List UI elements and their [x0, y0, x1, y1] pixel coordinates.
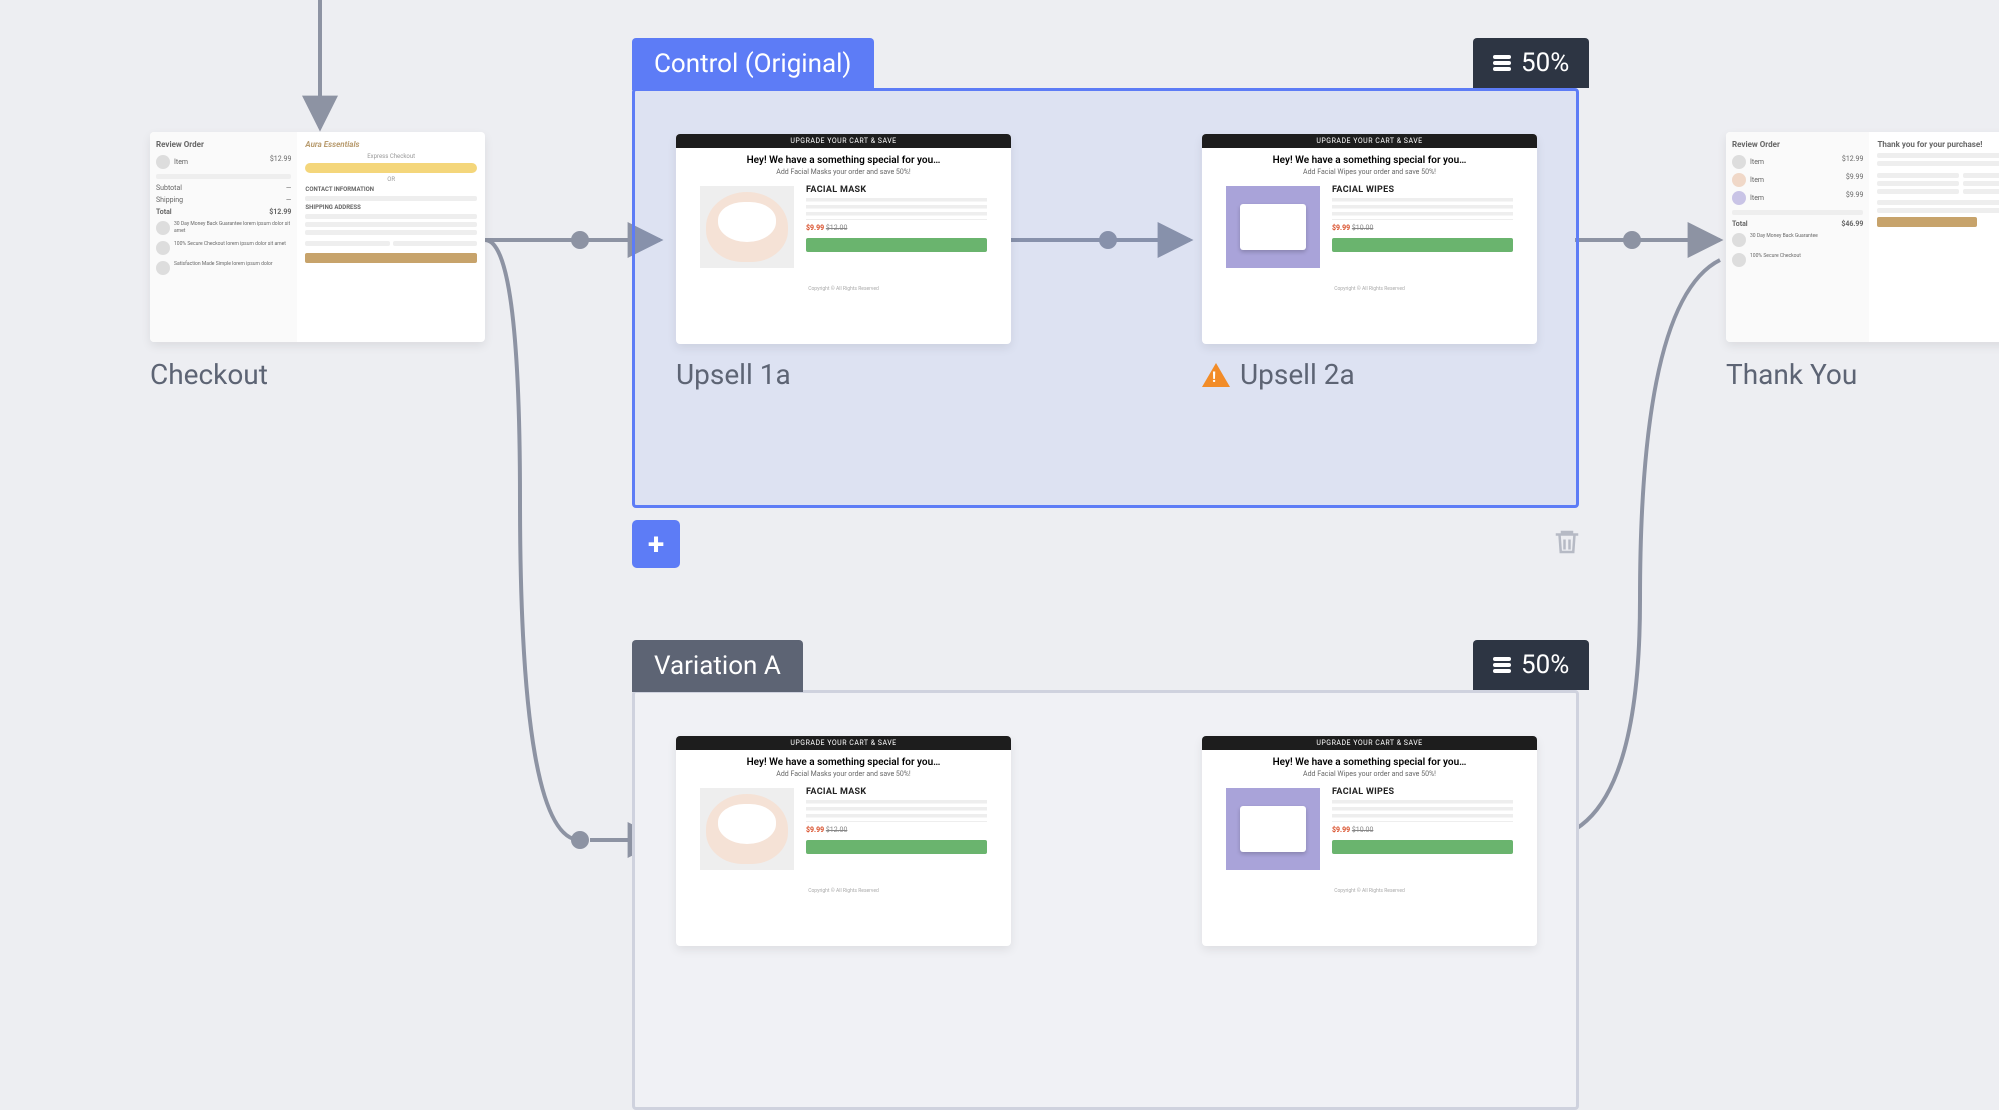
checkout-node[interactable]: Review Order Item$12.99 Subtotal— Shippi… [150, 132, 485, 342]
warning-icon [1202, 363, 1230, 387]
flow-canvas[interactable]: Review Order Item$12.99 Subtotal— Shippi… [0, 0, 1999, 923]
variation-a-tab[interactable]: Variation A [632, 640, 803, 692]
upsell-2a-label: Upsell 2a [1202, 358, 1355, 391]
control-tab[interactable]: Control (Original) [632, 38, 874, 90]
checkout-left-title: Review Order [156, 140, 291, 149]
add-to-order-button [1332, 238, 1513, 252]
add-step-button[interactable]: + [632, 520, 680, 568]
traffic-icon [1493, 53, 1511, 73]
upsell-1a-node[interactable]: UPGRADE YOUR CART & SAVE Hey! We have a … [676, 134, 1011, 344]
variation-upsell-1-node[interactable]: UPGRADE YOUR CART & SAVE Hey! We have a … [676, 736, 1011, 946]
traffic-icon [1493, 655, 1511, 675]
add-to-order-button [1332, 840, 1513, 854]
product-image-wipes [1226, 186, 1320, 268]
add-to-order-button [806, 238, 987, 252]
add-to-order-button [806, 840, 987, 854]
product-image-mask [700, 186, 794, 268]
variation-a-traffic-badge[interactable]: 50% [1473, 640, 1589, 690]
thankyou-node[interactable]: Review Order Item$12.99 Item$9.99 Item$9… [1726, 132, 1999, 342]
upsell-1a-label: Upsell 1a [676, 358, 791, 391]
thankyou-label: Thank You [1726, 358, 1857, 391]
upsell-2a-node[interactable]: UPGRADE YOUR CART & SAVE Hey! We have a … [1202, 134, 1537, 344]
variation-upsell-2-node[interactable]: UPGRADE YOUR CART & SAVE Hey! We have a … [1202, 736, 1537, 946]
product-image-wipes [1226, 788, 1320, 870]
checkout-label: Checkout [150, 358, 268, 391]
delete-variant-button[interactable] [1552, 526, 1582, 566]
control-traffic-badge[interactable]: 50% [1473, 38, 1589, 88]
product-image-mask [700, 788, 794, 870]
